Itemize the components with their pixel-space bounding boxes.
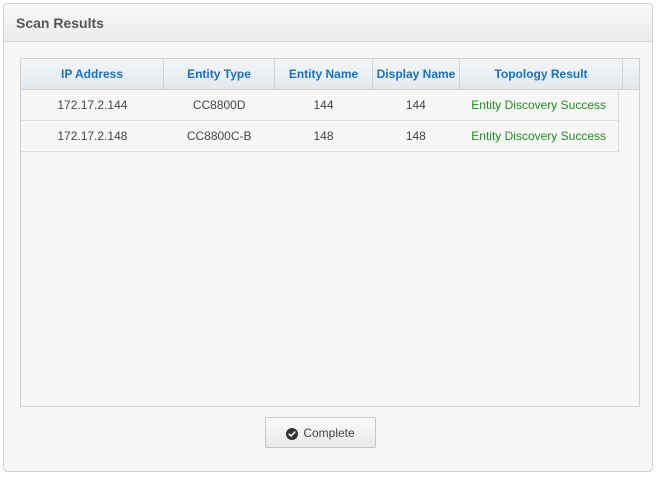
table-row[interactable]: 172.17.2.144 CC8800D 144 144 Entity Disc… bbox=[21, 90, 619, 121]
table-row[interactable]: 172.17.2.148 CC8800C-B 148 148 Entity Di… bbox=[21, 121, 619, 152]
column-header-entity-name[interactable]: Entity Name bbox=[275, 59, 373, 89]
cell-entity-type: CC8800D bbox=[192, 98, 246, 112]
scan-results-panel: Scan Results IP Address Entity Type Enti… bbox=[3, 3, 653, 472]
cell-entity-name: 144 bbox=[313, 98, 334, 112]
grid-header: IP Address Entity Type Entity Name Displ… bbox=[21, 59, 639, 90]
cell-display-name: 148 bbox=[405, 129, 426, 143]
results-grid: IP Address Entity Type Entity Name Displ… bbox=[20, 58, 640, 407]
complete-button[interactable]: Complete bbox=[265, 417, 376, 448]
complete-button-label: Complete bbox=[303, 425, 355, 440]
cell-entity-type: CC8800C-B bbox=[186, 129, 252, 143]
cell-entity-name: 148 bbox=[313, 129, 334, 143]
panel-header: Scan Results bbox=[4, 4, 652, 42]
column-header-entity-type[interactable]: Entity Type bbox=[164, 59, 275, 89]
check-circle-icon bbox=[286, 427, 299, 440]
column-header-filler bbox=[623, 59, 639, 89]
cell-ip-address: 172.17.2.148 bbox=[57, 129, 128, 143]
cell-ip-address: 172.17.2.144 bbox=[57, 98, 128, 112]
cell-topology-result: Entity Discovery Success bbox=[471, 129, 606, 143]
panel-title: Scan Results bbox=[16, 15, 104, 31]
column-header-topology-result[interactable]: Topology Result bbox=[460, 59, 623, 89]
column-header-ip-address[interactable]: IP Address bbox=[21, 59, 164, 89]
cell-display-name: 144 bbox=[405, 98, 426, 112]
column-header-display-name[interactable]: Display Name bbox=[373, 59, 460, 89]
cell-topology-result: Entity Discovery Success bbox=[471, 98, 606, 112]
